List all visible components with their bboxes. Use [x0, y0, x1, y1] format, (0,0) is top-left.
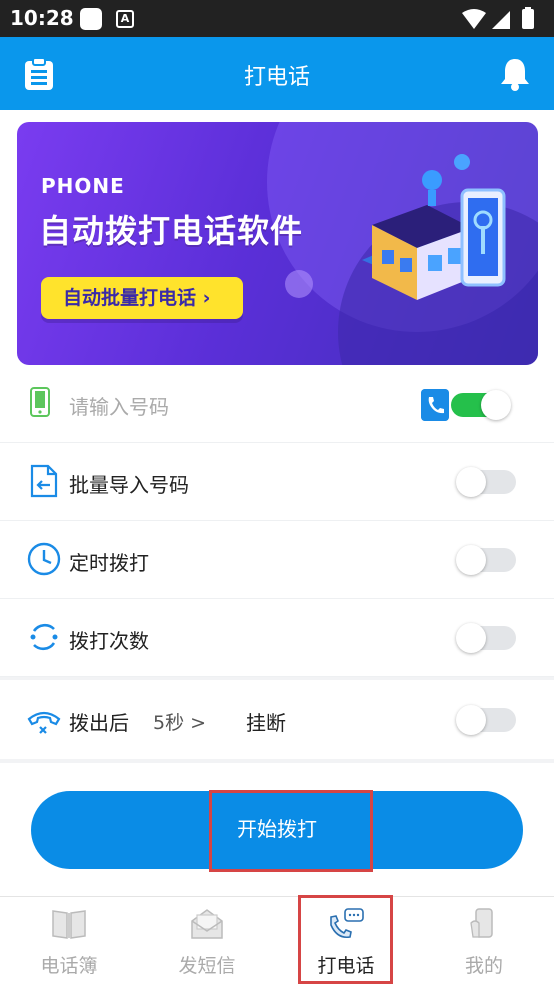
mobile-user-icon: [470, 908, 493, 938]
call-count-toggle[interactable]: [456, 623, 516, 653]
wifi-icon: [462, 9, 486, 29]
after-call-action: 挂断: [246, 711, 286, 735]
scheduled-call-toggle[interactable]: [456, 545, 516, 575]
status-bar: 10:28 A: [0, 0, 554, 37]
smart-house-illustration: [362, 154, 506, 300]
option-label: 批量导入号码: [69, 473, 189, 497]
clock-icon: [27, 542, 61, 576]
hangup-icon: [27, 711, 61, 734]
banner-headline: 自动拨打电话软件: [39, 212, 304, 250]
main-content: PHONE 自动拨打电话软件 自动批量打电话 › 请输入号码 批量导入号码 定时…: [0, 110, 554, 896]
toggle-knob: [456, 467, 486, 497]
option-label: 定时拨打: [69, 551, 149, 575]
battery-icon: [522, 9, 534, 29]
toggle-knob: [481, 390, 511, 420]
phone-number-input[interactable]: 请输入号码: [69, 391, 169, 420]
option-label: 拨打次数: [69, 629, 149, 653]
refresh-icon: [30, 623, 58, 651]
notification-square-icon: [80, 8, 102, 30]
banner-decor-blob: [285, 270, 313, 298]
tab-label: 电话簿: [40, 955, 98, 977]
toggle-knob: [456, 623, 486, 653]
tab-sms[interactable]: 发短信: [138, 897, 276, 984]
mobile-phone-icon: [30, 387, 50, 417]
tab-label: 发短信: [178, 955, 236, 977]
envelope-icon: [191, 909, 223, 939]
phone-input-toggle[interactable]: [451, 390, 511, 420]
batch-import-toggle[interactable]: [456, 467, 516, 497]
toggle-knob: [456, 705, 486, 735]
toggle-knob: [456, 545, 486, 575]
option-row-scheduled-call[interactable]: 定时拨打: [0, 521, 554, 599]
notification-a-icon: A: [116, 10, 134, 28]
after-call-label: 拨出后: [69, 711, 129, 735]
bell-icon[interactable]: [499, 57, 531, 91]
after-call-toggle[interactable]: [456, 705, 516, 735]
app-bar: 打电话: [0, 37, 554, 110]
tab-me[interactable]: 我的: [415, 897, 553, 984]
tab-phonebook[interactable]: 电话簿: [0, 897, 138, 984]
promo-banner[interactable]: PHONE 自动拨打电话软件 自动批量打电话 ›: [17, 122, 538, 365]
section-divider: [0, 759, 554, 763]
banner-eyebrow: PHONE: [41, 174, 125, 198]
page-title: 打电话: [243, 65, 310, 90]
highlight-box-call-tab: [298, 895, 393, 984]
tab-label: 我的: [464, 955, 503, 977]
import-file-icon: [30, 464, 58, 498]
book-icon: [52, 910, 86, 939]
phone-book-icon[interactable]: [421, 389, 449, 421]
phone-input-row: 请输入号码: [0, 365, 554, 443]
banner-cta-button[interactable]: 自动批量打电话 ›: [41, 277, 243, 319]
signal-icon: [492, 11, 510, 29]
system-status-icons: [462, 7, 534, 29]
highlight-box-start-button: [209, 790, 373, 872]
option-row-batch-import[interactable]: 批量导入号码: [0, 443, 554, 521]
option-row-after-call[interactable]: 拨出后 5秒 > 挂断: [0, 681, 554, 759]
status-time: 10:28: [10, 6, 74, 30]
bottom-tab-bar: 电话簿 发短信 打电话 我的: [0, 896, 554, 984]
after-call-delay-selector[interactable]: 5秒 >: [153, 708, 206, 735]
option-row-call-count[interactable]: 拨打次数: [0, 599, 554, 680]
